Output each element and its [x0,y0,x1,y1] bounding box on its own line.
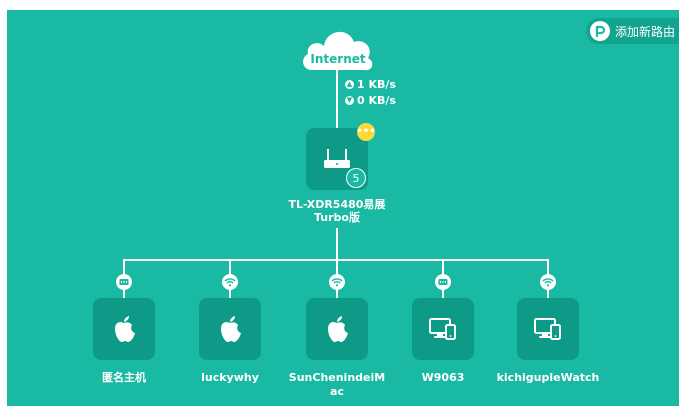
cloud-icon [303,31,373,71]
upload-speed: ▲ 1 KB/s [345,78,396,91]
download-arrow-icon: ▼ [345,96,354,105]
add-router-button[interactable]: 添加新路由 [585,18,679,44]
upload-speed-value: 1 KB/s [357,78,396,91]
wired-icon [116,274,132,290]
router-more-button[interactable]: ••• [356,123,376,141]
link-internet-router [336,70,338,128]
upload-arrow-icon: ▲ [345,80,354,89]
router-icon [324,149,350,168]
computer-phone-icon [429,318,456,340]
link-router-bus [336,228,338,260]
device-name-4: W9063 [421,371,465,384]
apple-icon [115,316,135,342]
network-topology-panel: 添加新路由 Internet ▲ 1 KB/s ▼ 0 KB/s 5 ••• T… [7,10,679,406]
internet-node[interactable]: Internet [298,20,378,72]
device-name-3: SunChenindeiM [288,371,386,384]
apple-icon [328,316,348,342]
wifi-icon [222,274,238,290]
device-name-5: kichigupleWatch [496,371,600,384]
wifi-icon [329,274,345,290]
device-tile-1[interactable] [93,298,155,360]
device-tile-2[interactable] [199,298,261,360]
router-device-count: 5 [346,168,366,188]
router-name-line2: Turbo版 [314,211,360,224]
add-router-label: 添加新路由 [614,24,675,39]
device-tile-3[interactable] [306,298,368,360]
router-name-line1: TL-XDR5480易展 [288,198,386,211]
download-speed: ▼ 0 KB/s [345,94,396,107]
computer-phone-icon [534,318,561,340]
internet-label: Internet [310,52,366,66]
device-name-2: luckywhy [201,371,259,384]
device-tile-4[interactable] [412,298,474,360]
wifi-icon [540,274,556,290]
device-tile-5[interactable] [517,298,579,360]
device-name-3-line2: ac [330,385,344,398]
device-name-1: 匿名主机 [102,371,146,384]
apple-icon [221,316,241,342]
tplink-logo-icon [589,21,610,41]
wired-icon [435,274,451,290]
download-speed-value: 0 KB/s [357,94,396,107]
